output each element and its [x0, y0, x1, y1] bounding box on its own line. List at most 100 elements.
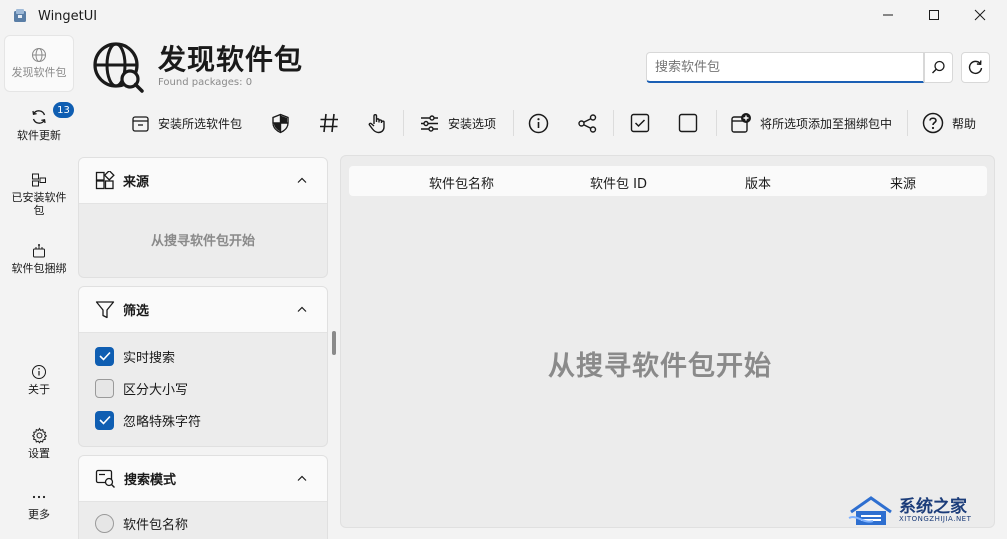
- filter-ignore-special-chars[interactable]: 忽略特殊字符: [79, 404, 327, 436]
- filter-label: 忽略特殊字符: [123, 414, 202, 430]
- share-icon: [578, 113, 597, 133]
- filter-label: 区分大小写: [123, 382, 189, 398]
- admin-install-button[interactable]: [270, 108, 291, 138]
- add-to-bundle-button[interactable]: 将所选项添加至捆绑包中: [730, 108, 892, 138]
- panel-scrollbar[interactable]: [332, 331, 336, 355]
- toolbar-separator: [907, 110, 908, 136]
- column-package-name[interactable]: 软件包名称: [429, 173, 494, 192]
- maximize-icon: [929, 10, 939, 20]
- install-selected-label: 安装所选软件包: [158, 116, 243, 131]
- touch-hand-icon: [368, 114, 385, 134]
- nav-label: 软件包捆绑: [11, 262, 67, 275]
- install-options-label: 安装选项: [448, 116, 497, 131]
- search-mode-panel-header[interactable]: 搜索模式: [79, 456, 327, 502]
- minimize-icon: [883, 14, 893, 16]
- filter-case-sensitive[interactable]: 区分大小写: [79, 372, 327, 404]
- table-empty-message: 从搜寻软件包开始: [548, 351, 772, 382]
- checkmark-icon: [98, 351, 111, 361]
- help-label: 帮助: [952, 116, 977, 131]
- nav-settings[interactable]: 设置: [4, 427, 74, 465]
- search-mode-option[interactable]: 软件包名称: [79, 502, 327, 534]
- column-version[interactable]: 版本: [745, 173, 771, 192]
- sources-panel-header[interactable]: 来源: [79, 158, 327, 204]
- select-all-button[interactable]: [630, 108, 650, 138]
- checkbox-unchecked[interactable]: [95, 378, 114, 398]
- nav-package-bundles[interactable]: 软件包捆绑: [4, 243, 74, 281]
- nav-label: 已安装软件包: [11, 191, 67, 217]
- column-source[interactable]: 来源: [890, 173, 916, 192]
- window-title: WingetUI: [38, 9, 98, 24]
- watermark: 系统之家 XITONGZHIJIA.NET: [845, 488, 1000, 532]
- chevron-up-icon[interactable]: [297, 177, 307, 184]
- minimize-button[interactable]: [865, 0, 911, 30]
- nav-label: 设置: [28, 447, 50, 460]
- maximize-button[interactable]: [911, 0, 957, 30]
- nav-label: 更多: [28, 508, 50, 521]
- nav-about[interactable]: 关于: [4, 364, 74, 402]
- sources-panel: 来源 从搜寻软件包开始: [78, 157, 328, 278]
- search-mode-panel: 搜索模式 软件包名称: [78, 455, 328, 539]
- nav-label: 关于: [28, 383, 50, 396]
- radio-button[interactable]: [95, 513, 114, 533]
- filters-panel-header[interactable]: 筛选: [79, 287, 327, 333]
- filter-label: 实时搜索: [123, 350, 176, 366]
- search-button[interactable]: [924, 52, 953, 83]
- app-logo-icon: [13, 8, 27, 23]
- filter-icon: [95, 300, 115, 318]
- interactive-install-button[interactable]: [367, 108, 387, 138]
- page-title: 发现软件包: [158, 43, 304, 76]
- discover-globe-icon: [92, 41, 144, 93]
- install-options-button[interactable]: 安装选项: [419, 108, 496, 138]
- checkmark-icon: [98, 415, 111, 425]
- search-mode-icon: [95, 469, 115, 488]
- search-mode-title: 搜索模式: [124, 473, 177, 488]
- filters-title: 筛选: [123, 304, 150, 319]
- nav-more[interactable]: 更多: [4, 489, 74, 527]
- help-button[interactable]: 帮助: [922, 108, 976, 138]
- updates-count-badge: 13: [53, 102, 74, 118]
- checkbox-checked-icon: [630, 113, 650, 133]
- sources-empty-text: 从搜寻软件包开始: [150, 234, 255, 249]
- filter-realtime-search[interactable]: 实时搜索: [79, 340, 327, 372]
- watermark-house-icon: [848, 496, 892, 525]
- more-icon: [32, 495, 46, 499]
- toolbar-separator: [403, 110, 404, 136]
- checkbox-checked[interactable]: [95, 346, 114, 366]
- packages-table: [340, 155, 995, 528]
- globe-icon: [32, 48, 46, 62]
- chevron-up-icon[interactable]: [297, 475, 307, 482]
- install-package-icon: [132, 115, 149, 132]
- toolbar-separator: [716, 110, 717, 136]
- sliders-icon: [421, 114, 438, 132]
- checkbox-empty-icon: [678, 113, 698, 133]
- package-details-button[interactable]: [528, 108, 549, 138]
- search-input[interactable]: [646, 52, 924, 83]
- reload-icon: [968, 60, 983, 74]
- title-bar: [0, 0, 1007, 32]
- installed-packages-icon: [32, 173, 46, 187]
- info-icon: [32, 365, 46, 379]
- chevron-up-icon[interactable]: [297, 306, 307, 313]
- close-button[interactable]: [957, 0, 1003, 30]
- nav-discover-packages[interactable]: 发现软件包: [4, 35, 74, 92]
- install-selected-button[interactable]: 安装所选软件包: [131, 108, 242, 138]
- toolbar-separator: [513, 110, 514, 136]
- nav-software-updates[interactable]: 13 软件更新: [4, 102, 74, 150]
- search-mode-option-label: 软件包名称: [123, 517, 189, 533]
- add-to-bundle-icon: [731, 113, 751, 133]
- reload-button[interactable]: [961, 52, 990, 83]
- watermark-subtext: XITONGZHIJIA.NET: [899, 515, 972, 523]
- bundle-icon: [33, 244, 45, 258]
- column-package-id[interactable]: 软件包 ID: [590, 173, 647, 192]
- found-packages-count: Found packages: 0: [158, 77, 253, 88]
- gear-icon: [31, 427, 47, 444]
- shield-icon: [272, 113, 289, 133]
- share-button[interactable]: [577, 108, 598, 138]
- checkbox-checked[interactable]: [95, 410, 114, 430]
- nav-installed-packages[interactable]: 已安装软件包: [4, 172, 74, 224]
- skip-hash-button[interactable]: [318, 108, 340, 138]
- nav-label: 发现软件包: [11, 66, 67, 79]
- refresh-icon: [32, 110, 46, 124]
- close-icon: [974, 9, 986, 21]
- clear-selection-button[interactable]: [678, 108, 698, 138]
